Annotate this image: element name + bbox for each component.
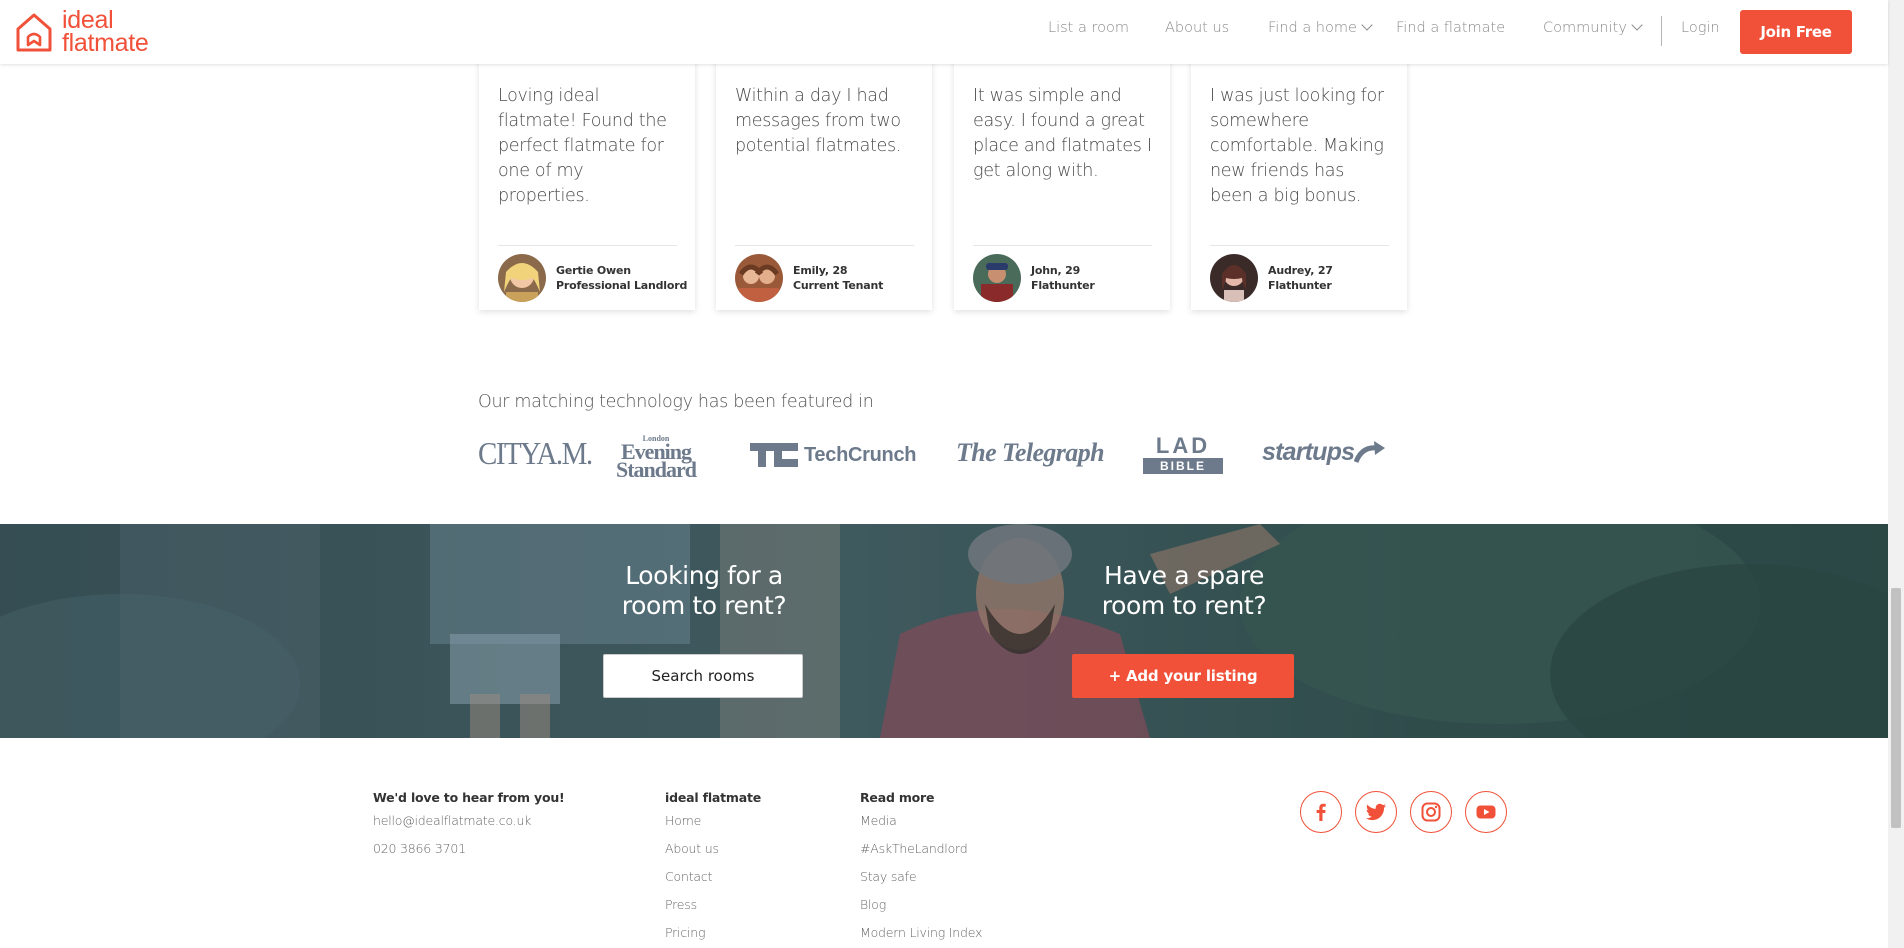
startups-logo[interactable]: startups xyxy=(1262,438,1386,467)
footer-link-contact[interactable]: Contact xyxy=(665,869,712,884)
author-name: John, 29 xyxy=(1031,264,1081,277)
youtube-icon xyxy=(1476,805,1496,819)
footer-link-media[interactable]: Media xyxy=(860,813,897,828)
twitter-icon xyxy=(1366,803,1386,821)
author-name: Emily, 28 xyxy=(793,264,848,277)
author-name: Gertie Owen xyxy=(556,264,631,277)
banner-background-photo xyxy=(0,524,1888,738)
facebook-icon xyxy=(1316,803,1326,821)
add-listing-button[interactable]: + Add your listing xyxy=(1072,654,1294,698)
page-scrollbar-thumb[interactable] xyxy=(1891,588,1901,828)
testimonial-card: It was simple and easy. I found a great … xyxy=(954,58,1170,310)
cityam-logo[interactable]: CITYA.M. xyxy=(478,436,593,472)
footer-link-about[interactable]: About us xyxy=(665,841,719,856)
divider xyxy=(735,245,914,246)
press-title: Our matching technology has been feature… xyxy=(478,392,874,412)
footer-col-read-more-heading: Read more xyxy=(860,790,935,805)
testimonial-card: Loving ideal flatmate! Found the perfect… xyxy=(479,58,695,310)
main-nav: List a room About us Find a home Find a … xyxy=(0,19,1888,44)
nav-login[interactable]: Login xyxy=(1681,20,1720,36)
testimonial-author: Audrey, 27 Flathunter xyxy=(1268,263,1333,293)
avatar xyxy=(735,254,783,302)
es-line-2: Standard xyxy=(616,457,697,482)
author-role: Flathunter xyxy=(1031,279,1095,292)
landlord-heading-line-1: Have a spare xyxy=(1103,561,1265,590)
nav-list-room[interactable]: List a room xyxy=(1048,20,1129,36)
ladbible-line-1: LAD xyxy=(1155,433,1211,458)
author-role: Professional Landlord xyxy=(556,279,688,292)
techcrunch-logo[interactable]: TechCrunch xyxy=(750,443,917,467)
nav-about[interactable]: About us xyxy=(1165,20,1229,36)
site-header: ideal flatmate List a room About us Find… xyxy=(0,0,1888,64)
nav-community[interactable]: Community xyxy=(1543,19,1643,36)
footer-link-press[interactable]: Press xyxy=(665,897,697,912)
contact-heading: We'd love to hear from you! xyxy=(373,790,565,805)
telegraph-logo[interactable]: The Telegraph xyxy=(956,438,1105,468)
footer-col-ideal-flatmate-heading: ideal flatmate xyxy=(665,790,762,805)
ladbible-logo[interactable]: LAD BIBLE xyxy=(1143,433,1223,474)
testimonial-quote: It was simple and easy. I found a great … xyxy=(973,86,1152,181)
testimonial-author: Emily, 28 Current Tenant xyxy=(793,263,883,293)
instagram-link[interactable] xyxy=(1410,791,1452,833)
twitter-link[interactable] xyxy=(1355,791,1397,833)
testimonial-quote: Loving ideal flatmate! Found the perfect… xyxy=(498,86,667,206)
landlord-cta-heading: Have a spare room to rent? xyxy=(1082,561,1286,621)
testimonial-quote: Within a day I had messages from two pot… xyxy=(735,86,902,156)
contact-email-link[interactable]: hello@idealflatmate.co.uk xyxy=(373,813,531,828)
testimonial-quote: I was just looking for somewhere comfort… xyxy=(1210,86,1384,206)
chevron-down-icon xyxy=(1631,19,1643,31)
nav-divider xyxy=(1661,16,1662,46)
search-rooms-button[interactable]: Search rooms xyxy=(603,654,803,698)
cta-banner xyxy=(0,524,1888,738)
renter-heading-line-2: room to rent? xyxy=(621,591,787,620)
renter-cta-heading: Looking for a room to rent? xyxy=(606,561,802,621)
chevron-down-icon xyxy=(1361,19,1373,31)
instagram-icon xyxy=(1421,802,1441,822)
author-role: Flathunter xyxy=(1268,279,1332,292)
renter-heading-line-1: Looking for a xyxy=(625,561,783,590)
nav-find-home-label: Find a home xyxy=(1268,20,1357,36)
avatar xyxy=(973,254,1021,302)
author-name: Audrey, 27 xyxy=(1268,264,1333,277)
divider xyxy=(973,245,1152,246)
testimonial-author: John, 29 Flathunter xyxy=(1031,263,1095,293)
ladbible-line-2: BIBLE xyxy=(1143,458,1223,474)
footer-link-ask-the-landlord[interactable]: #AskTheLandlord xyxy=(860,841,968,856)
avatar xyxy=(498,254,546,302)
techcrunch-mark-icon xyxy=(750,443,798,467)
startups-wordmark: startups xyxy=(1262,438,1355,466)
testimonial-author: Gertie Owen Professional Landlord xyxy=(556,263,687,293)
contact-phone[interactable]: 020 3866 3701 xyxy=(373,841,466,856)
footer-link-pricing[interactable]: Pricing xyxy=(665,925,706,940)
techcrunch-wordmark: TechCrunch xyxy=(804,443,917,466)
footer-link-home[interactable]: Home xyxy=(665,813,701,828)
facebook-link[interactable] xyxy=(1300,791,1342,833)
landlord-heading-line-2: room to rent? xyxy=(1101,591,1267,620)
testimonial-card: I was just looking for somewhere comfort… xyxy=(1191,58,1407,310)
footer-link-blog[interactable]: Blog xyxy=(860,897,886,912)
youtube-link[interactable] xyxy=(1465,791,1507,833)
arrow-swoosh-icon xyxy=(1354,440,1386,463)
avatar xyxy=(1210,254,1258,302)
footer-link-stay-safe[interactable]: Stay safe xyxy=(860,869,917,884)
author-role: Current Tenant xyxy=(793,279,884,292)
join-free-button[interactable]: Join Free xyxy=(1740,10,1852,54)
evening-standard-logo[interactable]: London Evening Standard xyxy=(616,434,697,482)
divider xyxy=(1210,245,1389,246)
nav-find-flatmate[interactable]: Find a flatmate xyxy=(1396,20,1505,36)
footer-link-modern-living-index[interactable]: Modern Living Index xyxy=(860,925,982,940)
nav-community-label: Community xyxy=(1543,20,1627,36)
testimonial-card: Within a day I had messages from two pot… xyxy=(716,58,932,310)
nav-find-home[interactable]: Find a home xyxy=(1268,19,1373,36)
divider xyxy=(498,245,677,246)
